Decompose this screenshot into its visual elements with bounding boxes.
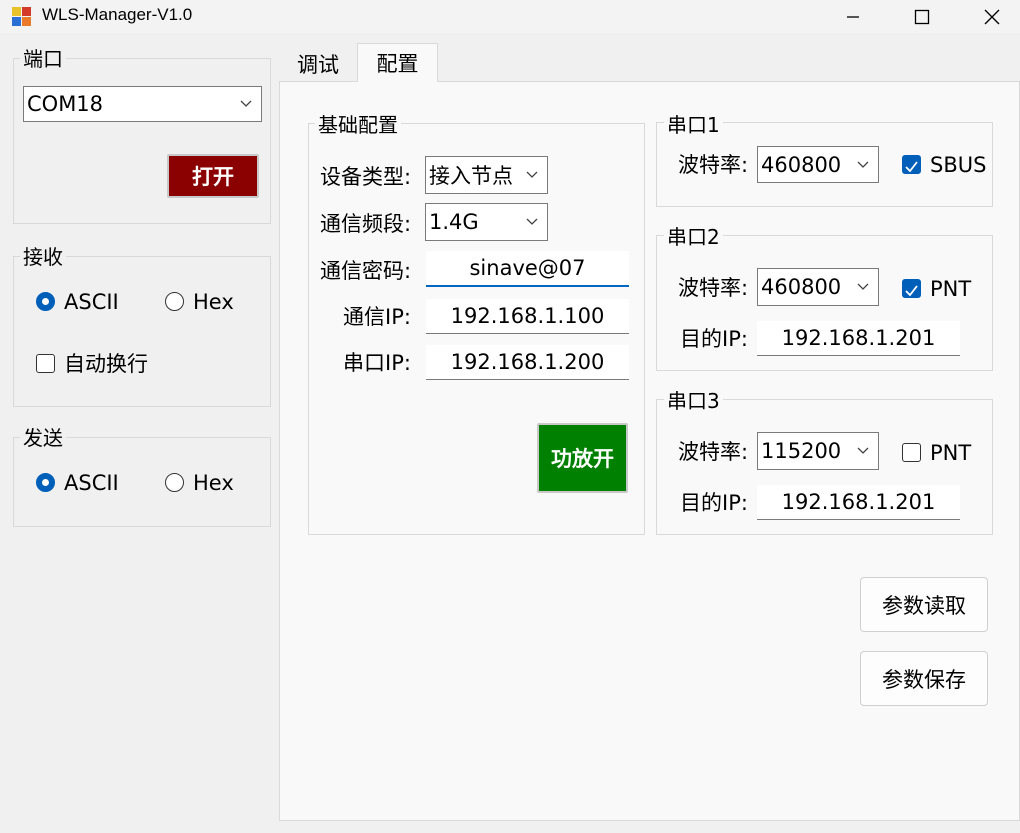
chevron-down-icon bbox=[526, 218, 538, 225]
password-label: 通信密码: bbox=[320, 259, 412, 283]
chevron-down-icon bbox=[240, 100, 252, 107]
close-icon bbox=[984, 9, 1000, 24]
receive-hex-label: Hex bbox=[193, 290, 234, 314]
auto-wrap-label: 自动换行 bbox=[64, 352, 148, 376]
serial3-baud-select[interactable]: 115200 bbox=[757, 432, 879, 470]
tab-config[interactable]: 配置 bbox=[357, 43, 438, 82]
receive-group-title: 接收 bbox=[20, 245, 66, 269]
receive-ascii-radio[interactable] bbox=[36, 292, 55, 311]
serial1-baud-value: 460800 bbox=[761, 152, 842, 177]
close-button[interactable] bbox=[969, 0, 1015, 33]
com-port-select[interactable]: COM18 bbox=[23, 86, 262, 122]
maximize-icon bbox=[914, 9, 930, 24]
serial3-baud-value: 115200 bbox=[761, 439, 842, 463]
serial3-dest-ip-label: 目的IP: bbox=[680, 491, 748, 515]
maximize-button[interactable] bbox=[899, 0, 945, 33]
serial-ip-label: 串口IP: bbox=[343, 351, 411, 375]
window-title: WLS-Manager-V1.0 bbox=[42, 5, 193, 24]
band-label: 通信频段: bbox=[320, 212, 412, 236]
comm-ip-input[interactable]: 192.168.1.100 bbox=[426, 299, 629, 334]
device-type-value: 接入节点 bbox=[429, 164, 513, 188]
password-input[interactable]: sinave@07 bbox=[426, 251, 629, 287]
serial1-sbus-checkbox[interactable] bbox=[902, 155, 921, 174]
receive-group bbox=[13, 256, 271, 407]
serial1-baud-label: 波特率: bbox=[678, 153, 749, 177]
com-port-value: COM18 bbox=[27, 92, 104, 116]
serial2-baud-label: 波特率: bbox=[678, 276, 749, 300]
serial3-baud-label: 波特率: bbox=[678, 440, 749, 464]
serial2-title: 串口2 bbox=[664, 225, 723, 249]
amplifier-on-button[interactable]: 功放开 bbox=[537, 423, 628, 493]
send-ascii-radio[interactable] bbox=[36, 473, 55, 492]
open-port-button[interactable]: 打开 bbox=[167, 154, 259, 198]
checkmark-icon bbox=[905, 161, 918, 173]
title-bar: WLS-Manager-V1.0 bbox=[0, 0, 1020, 33]
port-group-title: 端口 bbox=[20, 47, 66, 71]
minimize-button[interactable] bbox=[830, 0, 876, 33]
band-value: 1.4G bbox=[429, 210, 479, 234]
device-type-label: 设备类型: bbox=[320, 165, 412, 189]
send-hex-radio[interactable] bbox=[165, 473, 184, 492]
serial3-dest-ip-input[interactable]: 192.168.1.201 bbox=[757, 485, 960, 520]
port-group bbox=[13, 58, 271, 224]
app-icon bbox=[12, 7, 32, 27]
serial1-sbus-label: SBUS bbox=[930, 153, 987, 177]
send-hex-label: Hex bbox=[193, 471, 234, 495]
device-type-select[interactable]: 接入节点 bbox=[425, 156, 548, 194]
basic-config-title: 基础配置 bbox=[315, 113, 401, 137]
receive-ascii-label: ASCII bbox=[64, 290, 119, 314]
serial2-dest-ip-input[interactable]: 192.168.1.201 bbox=[757, 321, 960, 356]
auto-wrap-checkbox[interactable] bbox=[36, 354, 55, 373]
serial2-baud-select[interactable]: 460800 bbox=[757, 268, 879, 306]
serial1-title: 串口1 bbox=[664, 113, 723, 137]
checkmark-icon bbox=[905, 285, 918, 297]
send-ascii-label: ASCII bbox=[64, 471, 119, 495]
serial2-dest-ip-label: 目的IP: bbox=[680, 327, 748, 351]
chevron-down-icon bbox=[857, 447, 869, 454]
send-group-title: 发送 bbox=[20, 426, 66, 450]
save-params-button[interactable]: 参数保存 bbox=[860, 651, 988, 706]
serial3-pnt-checkbox[interactable] bbox=[902, 443, 921, 462]
serial2-pnt-label: PNT bbox=[930, 277, 972, 301]
tab-debug[interactable]: 调试 bbox=[281, 47, 355, 81]
chevron-down-icon bbox=[526, 171, 538, 178]
chevron-down-icon bbox=[857, 161, 869, 168]
band-select[interactable]: 1.4G bbox=[425, 203, 548, 241]
serial-ip-input[interactable]: 192.168.1.200 bbox=[426, 345, 629, 380]
minimize-icon bbox=[847, 15, 859, 18]
serial1-baud-select[interactable]: 460800 bbox=[757, 146, 879, 183]
receive-hex-radio[interactable] bbox=[165, 292, 184, 311]
serial2-pnt-checkbox[interactable] bbox=[902, 279, 921, 298]
serial3-title: 串口3 bbox=[664, 389, 723, 413]
chevron-down-icon bbox=[857, 283, 869, 290]
serial3-pnt-label: PNT bbox=[930, 441, 972, 465]
serial2-baud-value: 460800 bbox=[761, 275, 842, 299]
read-params-button[interactable]: 参数读取 bbox=[860, 577, 988, 632]
comm-ip-label: 通信IP: bbox=[343, 305, 411, 329]
